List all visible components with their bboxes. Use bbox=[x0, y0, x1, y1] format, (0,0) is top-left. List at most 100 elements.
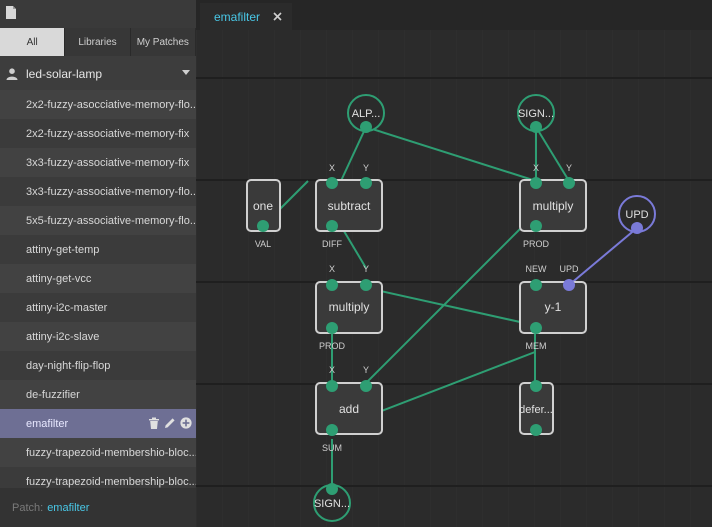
patch-item[interactable]: attiny-get-temp bbox=[0, 235, 196, 264]
tab-my-patches[interactable]: My Patches bbox=[130, 28, 196, 56]
node-label: multiply bbox=[329, 300, 370, 314]
user-icon bbox=[6, 68, 18, 80]
patch-item[interactable]: fuzzy-trapezoid-membership-bloc... bbox=[0, 467, 196, 488]
output-pin[interactable] bbox=[631, 222, 643, 234]
footer-label: Patch: bbox=[12, 501, 44, 514]
tab-emafilter[interactable]: emafilter bbox=[200, 3, 292, 30]
patch-item[interactable]: 5x5-fuzzy-associative-memory-flo... bbox=[0, 206, 196, 235]
patch-item-label: fuzzy-trapezoid-membershio-bloc... bbox=[26, 446, 196, 459]
input-pin[interactable] bbox=[360, 279, 372, 291]
tab-libraries[interactable]: Libraries bbox=[65, 28, 131, 56]
pin-label: NEW bbox=[526, 264, 548, 274]
patch-item-label: attiny-i2c-master bbox=[26, 301, 108, 314]
output-pin[interactable] bbox=[530, 424, 542, 436]
pin-label: Y bbox=[363, 365, 369, 375]
input-pin[interactable] bbox=[326, 279, 338, 291]
pin-label: UPD bbox=[559, 264, 579, 274]
output-pin[interactable] bbox=[257, 220, 269, 232]
output-pin[interactable] bbox=[360, 121, 372, 133]
pulse-input-pin[interactable] bbox=[563, 279, 575, 291]
input-pin[interactable] bbox=[563, 177, 575, 189]
patch-item-label: 2x2-fuzzy-asocciative-memory-flo... bbox=[26, 98, 196, 111]
patch-actions bbox=[148, 417, 192, 429]
node-label: UPD bbox=[625, 209, 648, 221]
pin-label: SUM bbox=[322, 443, 342, 453]
patch-canvas[interactable]: ALP... SIGN... one VAL X Y subtract DIFF… bbox=[196, 30, 712, 527]
patch-item[interactable]: attiny-get-vcc bbox=[0, 264, 196, 293]
patch-item[interactable]: 3x3-fuzzy-associative-memory-flo... bbox=[0, 177, 196, 206]
patch-item[interactable]: de-fuzzifier bbox=[0, 380, 196, 409]
sidebar-topbar bbox=[0, 0, 196, 28]
tab-all[interactable]: All bbox=[0, 28, 66, 56]
node-label: defer... bbox=[519, 404, 553, 416]
pin-label: PROD bbox=[523, 239, 550, 249]
close-icon[interactable] bbox=[273, 12, 282, 21]
patch-item-label: de-fuzzifier bbox=[26, 388, 80, 401]
patch-item-label: emafilter bbox=[26, 417, 69, 430]
patch-item[interactable]: attiny-i2c-slave bbox=[0, 322, 196, 351]
patch-item-label: 5x5-fuzzy-associative-memory-flo... bbox=[26, 214, 196, 227]
input-pin[interactable] bbox=[326, 177, 338, 189]
patch-item[interactable]: day-night-flip-flop bbox=[0, 351, 196, 380]
pin-label: X bbox=[329, 365, 335, 375]
output-pin[interactable] bbox=[530, 322, 542, 334]
patch-item[interactable]: 2x2-fuzzy-associative-memory-fix bbox=[0, 119, 196, 148]
output-pin[interactable] bbox=[530, 220, 542, 232]
pin-label: VAL bbox=[255, 239, 271, 249]
patch-item-label: attiny-get-temp bbox=[26, 243, 100, 256]
node-label: SIGN... bbox=[314, 498, 350, 510]
patch-item-label: 3x3-fuzzy-associative-memory-fix bbox=[26, 156, 190, 169]
pin-label: X bbox=[329, 163, 335, 173]
output-pin[interactable] bbox=[326, 220, 338, 232]
pin-label: DIFF bbox=[322, 239, 342, 249]
node-label: add bbox=[339, 402, 359, 416]
footer-patch-name: emafilter bbox=[47, 501, 90, 514]
input-pin[interactable] bbox=[530, 380, 542, 392]
input-pin[interactable] bbox=[360, 177, 372, 189]
pin-label: Y bbox=[566, 163, 572, 173]
patch-item-label: attiny-i2c-slave bbox=[26, 330, 100, 343]
pin-label: Y bbox=[363, 163, 369, 173]
library-tabs: All Libraries My Patches bbox=[0, 28, 196, 56]
patch-item-label: day-night-flip-flop bbox=[26, 359, 111, 372]
input-pin[interactable] bbox=[326, 483, 338, 495]
output-pin[interactable] bbox=[326, 322, 338, 334]
chevron-down-icon[interactable] bbox=[182, 70, 190, 76]
node-defer[interactable]: defer... bbox=[519, 380, 554, 436]
node-label: multiply bbox=[533, 199, 574, 213]
pin-label: Y bbox=[363, 264, 369, 274]
node-label: SIGN... bbox=[518, 108, 554, 120]
input-pin[interactable] bbox=[326, 380, 338, 392]
output-pin[interactable] bbox=[530, 121, 542, 133]
file-icon[interactable] bbox=[6, 6, 16, 19]
tab-label: emafilter bbox=[214, 9, 261, 24]
sidebar: All Libraries My Patches led-solar-lamp … bbox=[0, 0, 196, 527]
input-pin[interactable] bbox=[530, 177, 542, 189]
project-name: led-solar-lamp bbox=[26, 67, 103, 81]
patch-item[interactable]: attiny-i2c-master bbox=[0, 293, 196, 322]
patch-item[interactable]: 2x2-fuzzy-asocciative-memory-flo... bbox=[0, 90, 196, 119]
sidebar-footer: Patch: emafilter bbox=[0, 488, 196, 527]
patch-item[interactable]: 3x3-fuzzy-associative-memory-fix bbox=[0, 148, 196, 177]
canvas-grid bbox=[196, 30, 712, 527]
node-label: subtract bbox=[328, 199, 371, 213]
input-pin[interactable] bbox=[360, 380, 372, 392]
output-pin[interactable] bbox=[326, 424, 338, 436]
node-label: one bbox=[253, 199, 273, 213]
patch-list: 2x2-fuzzy-asocciative-memory-flo... 2x2-… bbox=[0, 90, 196, 488]
patch-item[interactable]: fuzzy-trapezoid-membershio-bloc... bbox=[0, 438, 196, 467]
add-icon[interactable] bbox=[180, 417, 192, 429]
pencil-icon[interactable] bbox=[164, 417, 176, 429]
pin-label: X bbox=[533, 163, 539, 173]
pin-label: X bbox=[329, 264, 335, 274]
node-label: y-1 bbox=[545, 300, 562, 314]
pin-label: PROD bbox=[319, 341, 346, 351]
pin-label: MEM bbox=[526, 341, 547, 351]
trash-icon[interactable] bbox=[148, 417, 160, 429]
patch-item-selected[interactable]: emafilter bbox=[0, 409, 196, 438]
project-selector[interactable]: led-solar-lamp bbox=[0, 58, 196, 90]
editor-tabbar: emafilter bbox=[196, 0, 712, 30]
input-pin[interactable] bbox=[530, 279, 542, 291]
patch-item-label: attiny-get-vcc bbox=[26, 272, 92, 285]
node-label: ALP... bbox=[352, 108, 381, 120]
